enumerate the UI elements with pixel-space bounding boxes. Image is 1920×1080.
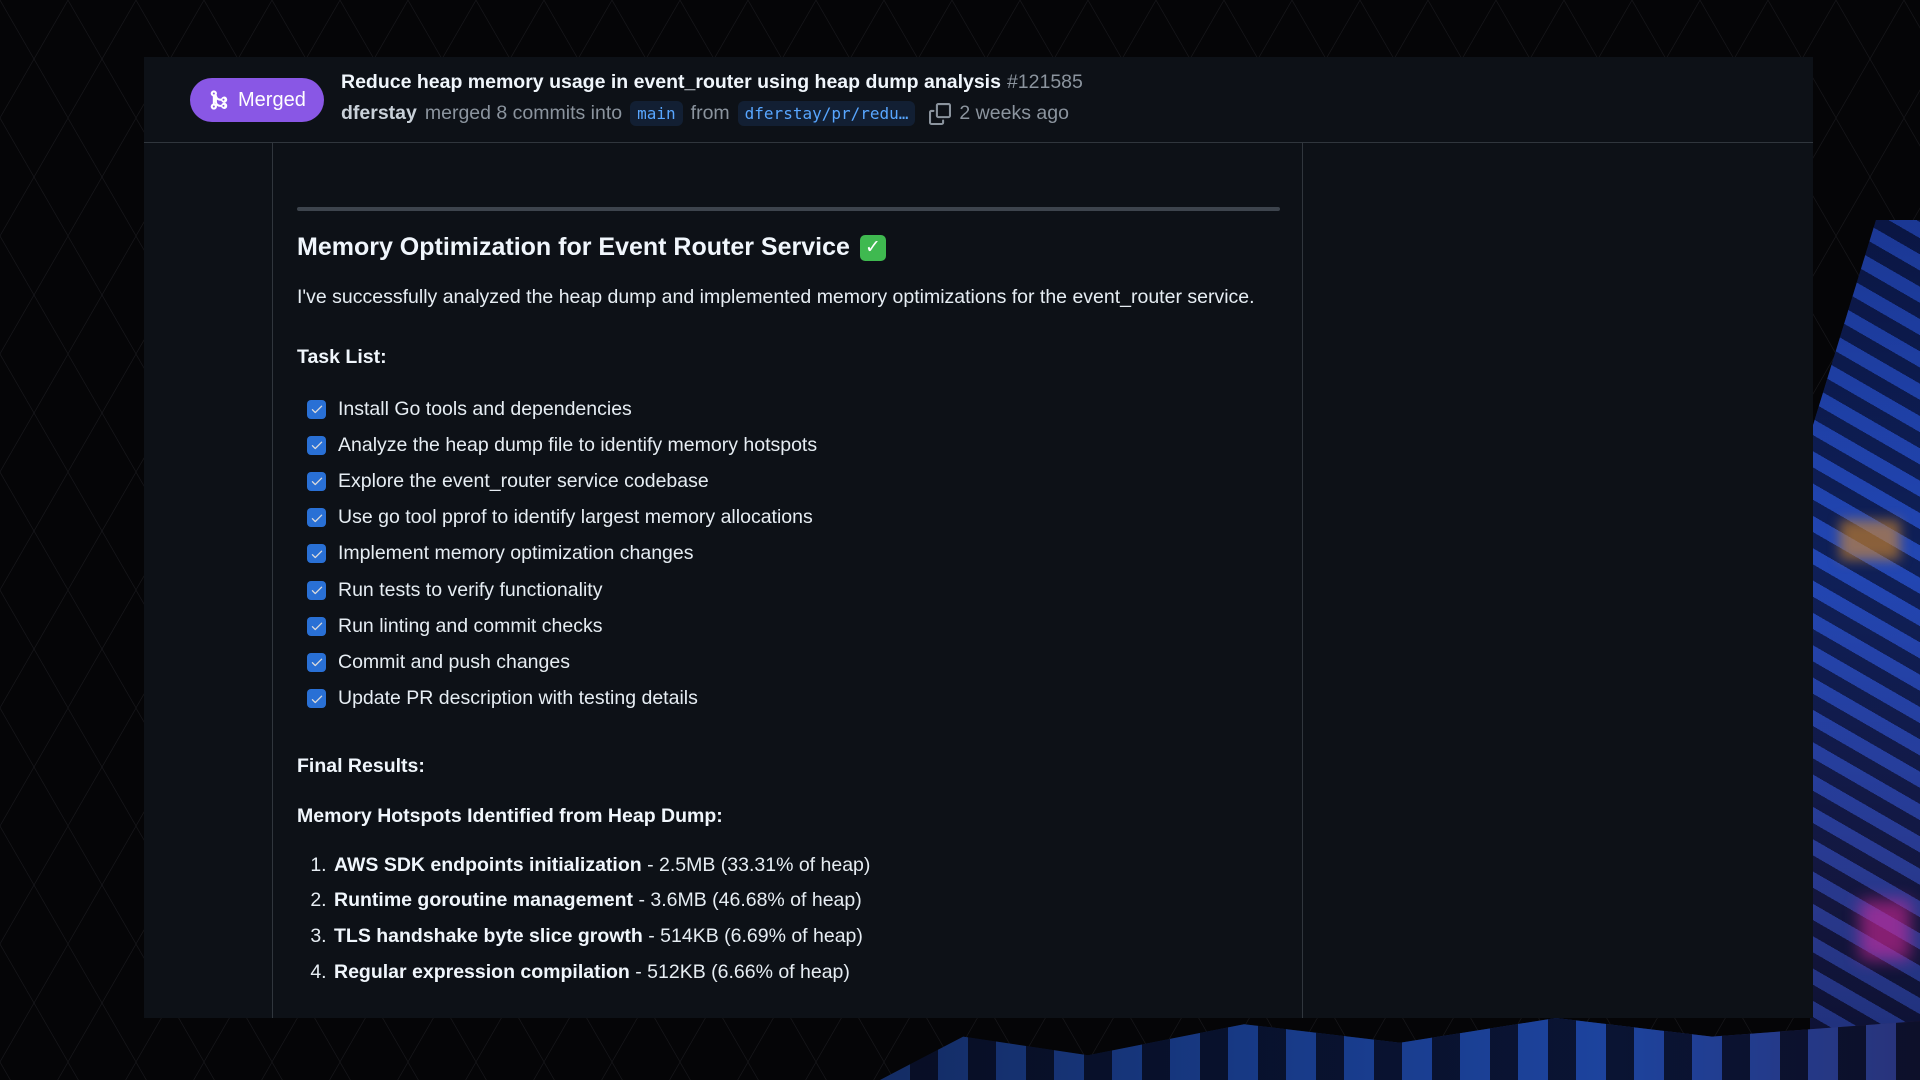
hotspots-title: Memory Hotspots Identified from Heap Dum… — [297, 804, 723, 827]
check-icon — [311, 586, 322, 595]
pr-description-column: Memory Optimization for Event Router Ser… — [272, 143, 1303, 1018]
task-label: Commit and push changes — [338, 650, 570, 673]
pr-header: Merged Reduce heap memory usage in event… — [144, 57, 1813, 143]
checkbox-checked[interactable] — [307, 435, 326, 455]
from-text: from — [690, 102, 730, 124]
intro-paragraph: I've successfully analyzed the heap dump… — [297, 286, 1255, 308]
hotspot-item: Runtime goroutine management - 3.6MB (46… — [332, 886, 1287, 922]
hotspot-detail: - 512KB (6.66% of heap) — [629, 960, 850, 983]
section-heading-text: Memory Optimization for Event Router Ser… — [297, 233, 850, 261]
git-merge-icon — [210, 90, 228, 110]
check-icon — [311, 514, 322, 522]
task-item: Analyze the heap dump file to identify m… — [307, 427, 1287, 463]
decorative-glow — [1840, 520, 1900, 560]
task-item: Explore the event_router service codebas… — [307, 463, 1287, 499]
section-heading: Memory Optimization for Event Router Ser… — [297, 233, 1287, 262]
merge-text: merged 8 commits into — [424, 102, 623, 124]
pr-number: #121585 — [1006, 71, 1083, 93]
task-list-title: Task List: — [297, 346, 387, 368]
task-label: Run linting and commit checks — [338, 614, 603, 637]
check-icon — [311, 477, 322, 486]
task-label: Install Go tools and dependencies — [338, 397, 632, 420]
hotspot-item: AWS SDK endpoints initialization - 2.5MB… — [332, 851, 1287, 887]
base-branch-link[interactable]: main — [630, 101, 683, 126]
checkbox-checked[interactable] — [307, 399, 326, 419]
task-label: Update PR description with testing detai… — [338, 687, 698, 710]
task-list: Install Go tools and dependencies Analyze… — [297, 391, 1287, 717]
task-item: Update PR description with testing detai… — [307, 681, 1287, 717]
merged-status-badge: Merged — [190, 78, 324, 122]
check-icon — [311, 622, 322, 631]
final-results-title: Final Results: — [297, 754, 425, 777]
hotspot-item: Regular expression compilation - 512KB (… — [332, 958, 1287, 994]
task-item: Use go tool pprof to identify largest me… — [307, 500, 1287, 536]
task-label: Implement memory optimization changes — [338, 542, 694, 565]
pr-title-text: Reduce heap memory usage in event_router… — [341, 71, 1001, 93]
merged-label: Merged — [238, 88, 306, 111]
task-item: Commit and push changes — [307, 644, 1287, 680]
merge-time: 2 weeks ago — [959, 102, 1069, 124]
pull-request-window: Merged Reduce heap memory usage in event… — [144, 57, 1813, 1018]
hotspot-detail: - 2.5MB (33.31% of heap) — [641, 853, 871, 876]
copy-icon[interactable] — [929, 102, 952, 125]
hotspot-name: Runtime goroutine management — [334, 889, 634, 912]
author-link[interactable]: dferstay — [341, 102, 417, 125]
checkbox-checked[interactable] — [307, 508, 326, 528]
hotspot-item: TLS handshake byte slice growth - 514KB … — [332, 922, 1287, 958]
pr-title: Reduce heap memory usage in event_router… — [341, 71, 1083, 94]
checkbox-checked[interactable] — [307, 616, 326, 636]
hotspot-name: AWS SDK endpoints initialization — [334, 853, 642, 876]
check-icon — [311, 695, 322, 703]
checkbox-checked[interactable] — [307, 580, 326, 600]
checkbox-checked[interactable] — [307, 652, 326, 672]
task-item: Install Go tools and dependencies — [307, 391, 1287, 427]
task-item: Run linting and commit checks — [307, 608, 1287, 644]
check-mark-icon: ✓ — [859, 234, 886, 261]
checkbox-checked[interactable] — [307, 471, 326, 491]
task-item: Run tests to verify functionality — [307, 572, 1287, 608]
task-item: Implement memory optimization changes — [307, 536, 1287, 572]
head-branch-link[interactable]: dferstay/pr/redu… — [737, 101, 916, 126]
hotspot-name: Regular expression compilation — [334, 960, 630, 983]
hotspot-detail: - 514KB (6.69% of heap) — [642, 925, 863, 948]
check-icon — [311, 658, 322, 667]
task-label: Analyze the heap dump file to identify m… — [338, 433, 818, 456]
check-icon — [311, 441, 322, 450]
pr-meta: dferstay merged 8 commits into main from… — [341, 101, 1069, 126]
hotspot-detail: - 3.6MB (46.68% of heap) — [633, 889, 862, 912]
pr-description-body: Memory Optimization for Event Router Ser… — [297, 233, 1287, 993]
checkbox-checked[interactable] — [307, 689, 326, 709]
hotspots-list: AWS SDK endpoints initialization - 2.5MB… — [297, 851, 1287, 994]
check-icon — [311, 405, 322, 414]
decorative-glow — [1860, 900, 1910, 960]
task-label: Run tests to verify functionality — [338, 578, 603, 601]
hotspot-name: TLS handshake byte slice growth — [334, 925, 643, 948]
task-label: Explore the event_router service codebas… — [338, 469, 709, 492]
check-icon — [311, 550, 322, 558]
divider — [297, 207, 1280, 211]
task-label: Use go tool pprof to identify largest me… — [338, 506, 813, 529]
checkbox-checked[interactable] — [307, 544, 326, 564]
